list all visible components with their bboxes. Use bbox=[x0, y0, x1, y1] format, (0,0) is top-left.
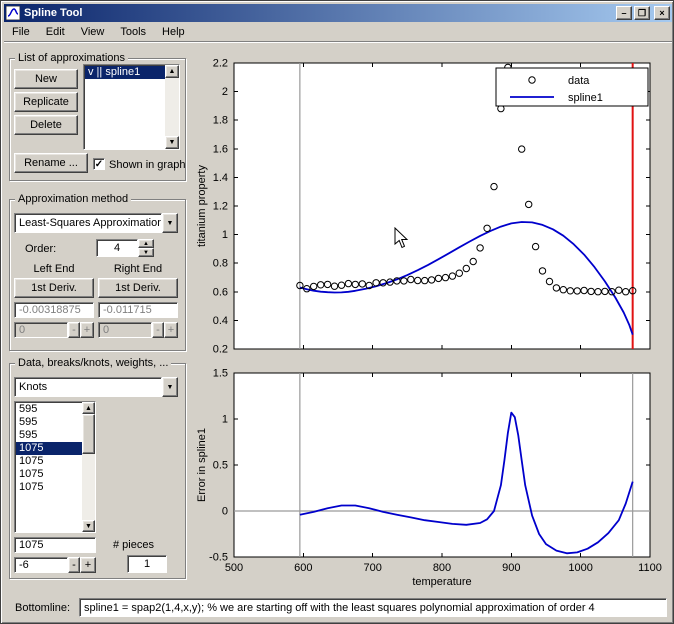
y-tick-label: 1 bbox=[222, 414, 228, 426]
knot-spin-input[interactable]: -6 bbox=[14, 557, 68, 573]
knot-item-2[interactable]: 595 bbox=[16, 429, 82, 442]
bottom-chart[interactable]: -0.5 0 0.5 1 1.5 500 600 700 800 900 1000 1100 Error… bbox=[193, 359, 671, 598]
top-chart[interactable]: 0.2 0.4 0.6 0.8 1 1.2 1.4 1.6 1.8 2 2.2 titanium pr… bbox=[193, 49, 671, 364]
window-title: Spline Tool bbox=[24, 7, 83, 19]
app-icon bbox=[6, 6, 20, 20]
knots-dropdown-arrow-icon[interactable]: ▼ bbox=[162, 377, 178, 397]
close-button[interactable]: × bbox=[654, 6, 670, 20]
x-tick-label: 1000 bbox=[568, 562, 592, 574]
knot-item-4[interactable]: 1075 bbox=[16, 455, 82, 468]
knot-plus-button[interactable]: + bbox=[80, 557, 96, 573]
order-up-icon[interactable]: ▲ bbox=[138, 239, 154, 248]
left-end-deriv-button[interactable]: 1st Deriv. bbox=[14, 278, 94, 298]
delete-button[interactable]: Delete bbox=[14, 115, 78, 135]
y-tick-label: 1.5 bbox=[213, 368, 228, 380]
y-tick-label: 0.6 bbox=[213, 286, 228, 298]
method-dropdown[interactable]: Least-Squares Approximation bbox=[14, 213, 162, 233]
y-tick-label: 1.6 bbox=[213, 143, 228, 155]
x-tick-label: 700 bbox=[363, 562, 381, 574]
menu-item-file[interactable]: File bbox=[4, 24, 38, 40]
checkmark-icon: ✓ bbox=[94, 158, 104, 170]
right-end-label: Right End bbox=[113, 263, 163, 275]
title-bar[interactable]: Spline Tool – ❐ × bbox=[4, 4, 672, 22]
order-input[interactable]: 4 bbox=[96, 239, 138, 257]
y-tick-label: 0.2 bbox=[213, 344, 228, 356]
y-tick-label: 0.5 bbox=[213, 460, 228, 472]
group-label-approximations: List of approximations bbox=[15, 52, 128, 64]
y-tick-label: 1.4 bbox=[213, 172, 228, 184]
legend-label-data: data bbox=[568, 75, 590, 87]
y-axis-label: titanium property bbox=[196, 165, 208, 247]
right-end-deriv-button[interactable]: 1st Deriv. bbox=[98, 278, 178, 298]
menu-item-tools[interactable]: Tools bbox=[112, 24, 154, 40]
pieces-label: # pieces bbox=[113, 539, 154, 551]
method-dropdown-arrow-icon[interactable]: ▼ bbox=[162, 213, 178, 233]
knot-item-6[interactable]: 1075 bbox=[16, 481, 82, 494]
y-tick-label: 1 bbox=[222, 229, 228, 241]
y-tick-label: 2 bbox=[222, 86, 228, 98]
y-tick-label: 1.8 bbox=[213, 115, 228, 127]
knot-minus-button[interactable]: - bbox=[68, 557, 80, 573]
legend-label-spline1: spline1 bbox=[568, 92, 603, 104]
approximations-list-items: v || spline1 bbox=[85, 66, 165, 79]
x-tick-label: 1100 bbox=[638, 562, 662, 574]
right-end-minus-button[interactable]: - bbox=[152, 322, 164, 338]
group-label-data: Data, breaks/knots, weights, ... bbox=[15, 357, 172, 369]
approximation-item-0[interactable]: v || spline1 bbox=[85, 66, 165, 79]
left-end-plus-button[interactable]: + bbox=[80, 322, 94, 338]
replicate-button[interactable]: Replicate bbox=[14, 92, 78, 112]
scroll-down-icon[interactable]: ▼ bbox=[165, 136, 179, 149]
x-tick-label: 500 bbox=[225, 562, 243, 574]
knot-value-input[interactable]: 1075 bbox=[14, 537, 96, 553]
menu-item-view[interactable]: View bbox=[73, 24, 113, 40]
rename-button[interactable]: Rename ... bbox=[14, 153, 88, 173]
order-label: Order: bbox=[25, 243, 57, 255]
knots-scroll-up-icon[interactable]: ▲ bbox=[82, 402, 95, 414]
window: Spline Tool – ❐ × File Edit View Tools Help … bbox=[0, 0, 674, 624]
right-end-value-input[interactable]: -0.011715 bbox=[98, 302, 178, 318]
plot-box bbox=[233, 372, 651, 558]
y-tick-label: 1.2 bbox=[213, 201, 228, 213]
pieces-value: 1 bbox=[127, 555, 167, 573]
new-button[interactable]: New bbox=[14, 69, 78, 89]
right-end-spin-input[interactable]: 0 bbox=[98, 322, 152, 338]
menu-item-edit[interactable]: Edit bbox=[38, 24, 73, 40]
left-end-value-input[interactable]: -0.00318875 bbox=[14, 302, 94, 318]
knots-dropdown[interactable]: Knots bbox=[14, 377, 162, 397]
minimize-button[interactable]: – bbox=[616, 6, 632, 20]
knot-item-3[interactable]: 1075 bbox=[16, 442, 82, 455]
knot-item-0[interactable]: 595 bbox=[16, 403, 82, 416]
knots-list-items: 595 595 595 1075 1075 1075 1075 bbox=[16, 403, 82, 494]
y-axis-label: Error in spline1 bbox=[196, 428, 208, 502]
left-end-label: Left End bbox=[33, 263, 75, 275]
scroll-up-icon[interactable]: ▲ bbox=[165, 65, 179, 78]
y-tick-label: 2.2 bbox=[213, 58, 228, 70]
maximize-button[interactable]: ❐ bbox=[634, 6, 650, 20]
y-tick-label: 0.8 bbox=[213, 258, 228, 270]
y-tick-label: 0 bbox=[222, 506, 228, 518]
knots-scroll-thumb[interactable] bbox=[82, 414, 95, 454]
shown-in-graph-label: Shown in graph bbox=[109, 159, 186, 171]
left-end-spin-input[interactable]: 0 bbox=[14, 322, 68, 338]
menu-bar: File Edit View Tools Help bbox=[4, 22, 672, 41]
left-end-minus-button[interactable]: - bbox=[68, 322, 80, 338]
x-tick-label: 900 bbox=[502, 562, 520, 574]
y-tick-label: 0.4 bbox=[213, 315, 228, 327]
knots-scroll-down-icon[interactable]: ▼ bbox=[82, 520, 95, 532]
bottomline-input[interactable]: spline1 = spap2(1,4,x,y); % we are start… bbox=[79, 598, 667, 617]
knot-item-5[interactable]: 1075 bbox=[16, 468, 82, 481]
x-tick-label: 800 bbox=[433, 562, 451, 574]
order-down-icon[interactable]: ▼ bbox=[138, 248, 154, 257]
group-label-method: Approximation method bbox=[15, 193, 132, 205]
bottomline-label: Bottomline: bbox=[15, 602, 71, 614]
right-end-plus-button[interactable]: + bbox=[164, 322, 178, 338]
menu-item-help[interactable]: Help bbox=[154, 24, 193, 40]
x-tick-label: 600 bbox=[294, 562, 312, 574]
shown-in-graph-checkbox[interactable]: ✓ bbox=[93, 158, 105, 170]
x-axis-label: temperature bbox=[412, 576, 471, 588]
knot-item-1[interactable]: 595 bbox=[16, 416, 82, 429]
